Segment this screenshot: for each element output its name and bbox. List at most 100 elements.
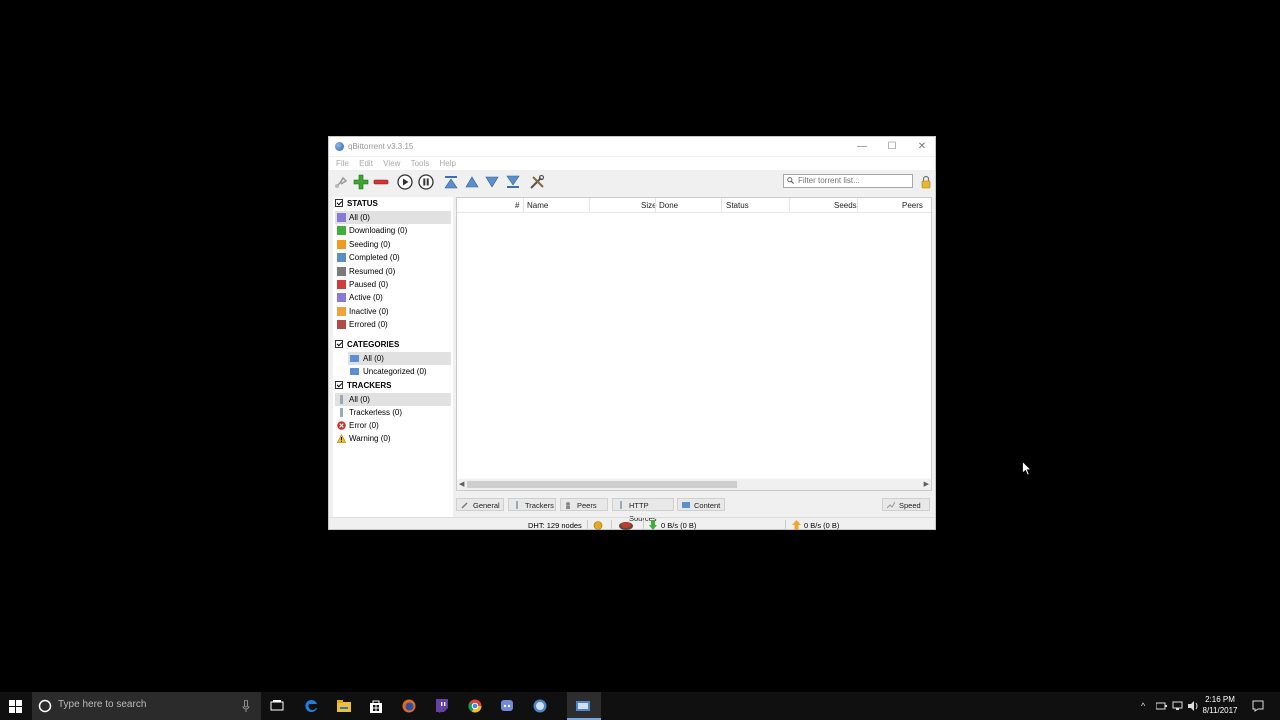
lock-icon[interactable] — [921, 175, 931, 189]
resume-icon[interactable] — [397, 174, 413, 190]
menu-file[interactable]: File — [335, 157, 350, 170]
system-clock[interactable]: 2:16 PM 8/11/2017 — [1198, 694, 1242, 716]
tab-general[interactable]: General — [456, 498, 504, 511]
taskbar-discord[interactable] — [491, 692, 523, 720]
categories-section-checkbox[interactable] — [335, 340, 343, 348]
taskbar-search-input[interactable] — [58, 699, 238, 710]
pause-icon[interactable] — [418, 174, 434, 190]
store-bag-icon — [370, 700, 382, 713]
trackers-section-header[interactable]: TRACKERS — [335, 381, 391, 390]
column-peers[interactable]: Peers — [902, 201, 923, 210]
add-torrent-icon[interactable] — [353, 174, 369, 190]
torrent-filter-field[interactable] — [783, 174, 913, 188]
action-center-icon[interactable] — [1252, 700, 1264, 712]
column-name[interactable]: Name — [527, 201, 548, 210]
task-view-button[interactable] — [261, 692, 293, 720]
scroll-left-arrow-icon[interactable]: ◀ — [459, 480, 464, 488]
tab-content[interactable]: Content — [677, 498, 725, 511]
column-number[interactable]: # — [515, 201, 519, 210]
clock-date: 8/11/2017 — [1202, 706, 1238, 715]
menu-tools[interactable]: Tools — [410, 157, 431, 170]
status-item-downloading[interactable]: Downloading (0) — [335, 224, 451, 237]
delete-torrent-icon[interactable] — [373, 174, 389, 190]
trackers-section-checkbox[interactable] — [335, 381, 343, 389]
menu-edit[interactable]: Edit — [358, 157, 374, 170]
status-item-label: All (0) — [349, 213, 370, 222]
download-arrow-icon — [649, 520, 657, 530]
column-status[interactable]: Status — [726, 201, 749, 210]
status-section-checkbox[interactable] — [335, 199, 343, 207]
close-button[interactable]: ✕ — [907, 137, 937, 156]
connection-status-icon[interactable] — [593, 521, 603, 530]
taskbar-file-explorer[interactable] — [328, 692, 360, 720]
tracker-item-warning[interactable]: Warning (0) — [335, 432, 451, 445]
title-bar[interactable]: qBittorrent v3.3.15 — ☐ ✕ — [329, 137, 935, 156]
status-item-inactive[interactable]: Inactive (0) — [335, 305, 451, 318]
status-item-completed[interactable]: Completed (0) — [335, 251, 451, 264]
move-up-icon[interactable] — [464, 174, 480, 190]
options-tools-icon[interactable] — [529, 174, 545, 190]
status-seeding-icon — [337, 239, 346, 249]
status-item-active[interactable]: Active (0) — [335, 291, 451, 304]
status-item-all[interactable]: All (0) — [335, 211, 451, 224]
discord-icon — [501, 700, 513, 711]
status-item-errored[interactable]: Errored (0) — [335, 318, 451, 331]
categories-section-header[interactable]: CATEGORIES — [335, 340, 399, 349]
column-seeds[interactable]: Seeds — [834, 201, 857, 210]
windows-start-icon[interactable] — [9, 700, 22, 713]
window-title: qBittorrent v3.3.15 — [348, 142, 414, 151]
tracker-item-error[interactable]: Error (0) — [335, 419, 451, 432]
network-icon[interactable] — [1172, 701, 1183, 711]
windows-taskbar: ^ 2:16 PM 8/11/2017 — [0, 692, 1280, 720]
status-item-resumed[interactable]: Resumed (0) — [335, 265, 451, 278]
task-view-icon — [270, 700, 284, 711]
cortana-circle-icon — [38, 699, 52, 713]
clock-time: 2:16 PM — [1205, 695, 1235, 704]
move-top-icon[interactable] — [443, 174, 459, 190]
status-item-seeding[interactable]: Seeding (0) — [335, 238, 451, 251]
taskbar-qbittorrent-pinned[interactable] — [524, 692, 556, 720]
maximize-button[interactable]: ☐ — [877, 137, 907, 156]
tracker-icon — [340, 408, 343, 417]
alt-speed-turtle-icon[interactable] — [617, 521, 635, 530]
taskbar-firefox[interactable] — [393, 692, 425, 720]
scroll-right-arrow-icon[interactable]: ▶ — [924, 480, 929, 488]
minimize-button[interactable]: — — [847, 137, 877, 156]
menu-view[interactable]: View — [382, 157, 401, 170]
scrollbar-thumb[interactable] — [467, 481, 737, 488]
category-item-all[interactable]: All (0) — [348, 352, 451, 365]
tab-peers[interactable]: Peers — [560, 498, 608, 511]
torrent-list[interactable]: # Name Size Done Status Seeds Peers ◀ ▶ — [456, 197, 932, 491]
show-hidden-icons-chevron-icon[interactable]: ^ — [1141, 701, 1145, 711]
add-link-icon[interactable] — [333, 174, 349, 190]
tracker-item-all[interactable]: All (0) — [335, 393, 451, 406]
speed-button[interactable]: Speed — [882, 498, 930, 511]
menu-help[interactable]: Help — [439, 157, 457, 170]
category-item-uncategorized[interactable]: Uncategorized (0) — [348, 365, 451, 378]
move-bottom-icon[interactable] — [505, 174, 521, 190]
tracker-item-trackerless[interactable]: Trackerless (0) — [335, 406, 451, 419]
torrent-list-header: # Name Size Done Status Seeds Peers — [457, 198, 931, 213]
status-item-paused[interactable]: Paused (0) — [335, 278, 451, 291]
tab-trackers[interactable]: Trackers — [508, 498, 556, 511]
taskbar-search-box[interactable] — [32, 692, 261, 720]
mouse-cursor-icon — [1022, 461, 1032, 476]
battery-icon[interactable] — [1156, 702, 1167, 710]
tab-http-sources[interactable]: HTTP Sources — [612, 498, 674, 523]
horizontal-scrollbar[interactable]: ◀ ▶ — [457, 479, 931, 490]
search-input[interactable] — [798, 176, 908, 185]
status-item-label: Errored (0) — [349, 320, 388, 330]
taskbar-chrome[interactable] — [459, 692, 491, 720]
status-section-header[interactable]: STATUS — [335, 199, 378, 208]
microphone-icon[interactable] — [242, 700, 250, 712]
column-done[interactable]: Done — [659, 201, 678, 210]
move-down-icon[interactable] — [484, 174, 500, 190]
status-inactive-icon — [337, 306, 346, 316]
pencil-icon — [461, 502, 468, 509]
status-item-label: Inactive (0) — [349, 306, 389, 316]
taskbar-edge[interactable] — [296, 692, 328, 720]
taskbar-twitch[interactable] — [426, 692, 458, 720]
taskbar-qbittorrent-active[interactable] — [567, 692, 601, 720]
search-icon — [787, 177, 794, 184]
taskbar-store[interactable] — [360, 692, 392, 720]
